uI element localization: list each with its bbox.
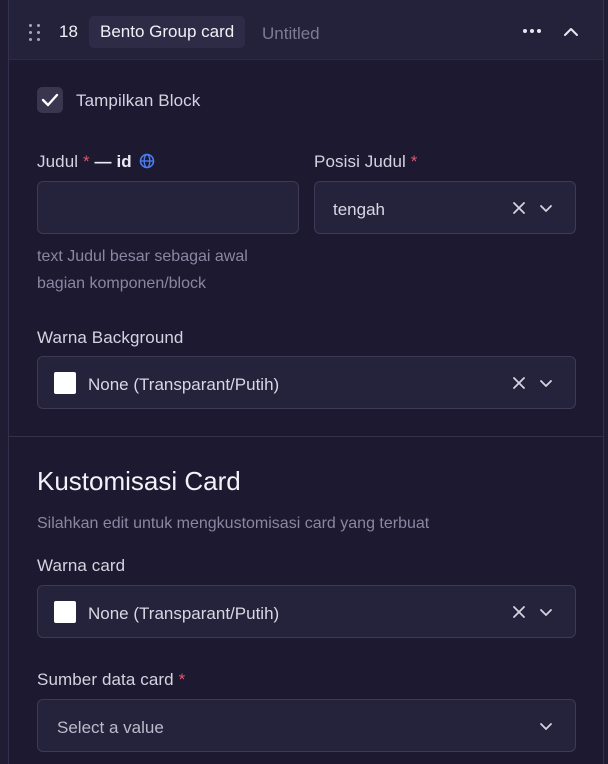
required-mark: * <box>82 152 90 171</box>
chevron-down-icon[interactable] <box>539 376 553 390</box>
color-swatch <box>54 372 76 394</box>
block-panel: 18 Bento Group card Untitled Tampilkan B… <box>8 0 604 764</box>
required-mark: * <box>178 670 186 689</box>
block-subtitle: Untitled <box>262 24 320 43</box>
show-block-label: Tampilkan Block <box>76 91 201 110</box>
collapse-chevron-up-icon[interactable] <box>563 24 579 38</box>
locale-label: — id <box>94 152 132 171</box>
judul-input[interactable] <box>37 181 299 234</box>
judul-help-text: text Judul besar sebagai awal bagian kom… <box>37 243 248 297</box>
chevron-down-icon[interactable] <box>539 719 553 733</box>
sumber-data-label-row: Sumber data card * <box>37 670 185 690</box>
warna-card-select[interactable]: None (Transparant/Putih) <box>37 585 576 638</box>
judul-label: Judul <box>37 152 79 171</box>
clear-x-icon[interactable] <box>512 201 526 215</box>
sumber-data-label: Sumber data card <box>37 670 174 689</box>
posisi-judul-select[interactable]: tengah <box>314 181 576 234</box>
sumber-data-placeholder: Select a value <box>57 718 164 737</box>
drag-handle-icon[interactable] <box>29 24 41 42</box>
clear-x-icon[interactable] <box>512 376 526 390</box>
color-swatch <box>54 601 76 623</box>
chevron-down-icon[interactable] <box>539 201 553 215</box>
show-block-checkbox[interactable] <box>37 87 63 113</box>
clear-x-icon[interactable] <box>512 605 526 619</box>
required-mark: * <box>410 152 418 171</box>
section-divider <box>9 436 603 437</box>
judul-help-line-2: bagian komponen/block <box>37 275 207 292</box>
warna-card-value: None (Transparant/Putih) <box>88 604 280 623</box>
warna-background-value: None (Transparant/Putih) <box>88 375 280 394</box>
globe-icon[interactable] <box>139 153 155 169</box>
block-header: 18 Bento Group card Untitled <box>9 0 603 60</box>
block-title[interactable]: Bento Group card <box>89 16 246 48</box>
posisi-judul-label: Posisi Judul <box>314 152 406 171</box>
posisi-judul-label-row: Posisi Judul * <box>314 152 417 172</box>
section-heading: Kustomisasi Card <box>37 466 241 496</box>
more-options-icon[interactable] <box>523 29 541 33</box>
judul-label-row: Judul * — id <box>37 152 155 172</box>
chevron-down-icon[interactable] <box>539 605 553 619</box>
posisi-judul-value: tengah <box>333 200 385 219</box>
warna-background-select[interactable]: None (Transparant/Putih) <box>37 356 576 409</box>
block-number: 18 <box>59 22 78 41</box>
sumber-data-select[interactable]: Select a value <box>37 699 576 752</box>
judul-help-line-1: text Judul besar sebagai awal <box>37 248 248 265</box>
section-description: Silahkan edit untuk mengkustomisasi card… <box>37 515 430 532</box>
warna-background-label: Warna Background <box>37 328 184 347</box>
warna-card-label: Warna card <box>37 556 126 575</box>
checkmark-icon <box>41 93 59 107</box>
